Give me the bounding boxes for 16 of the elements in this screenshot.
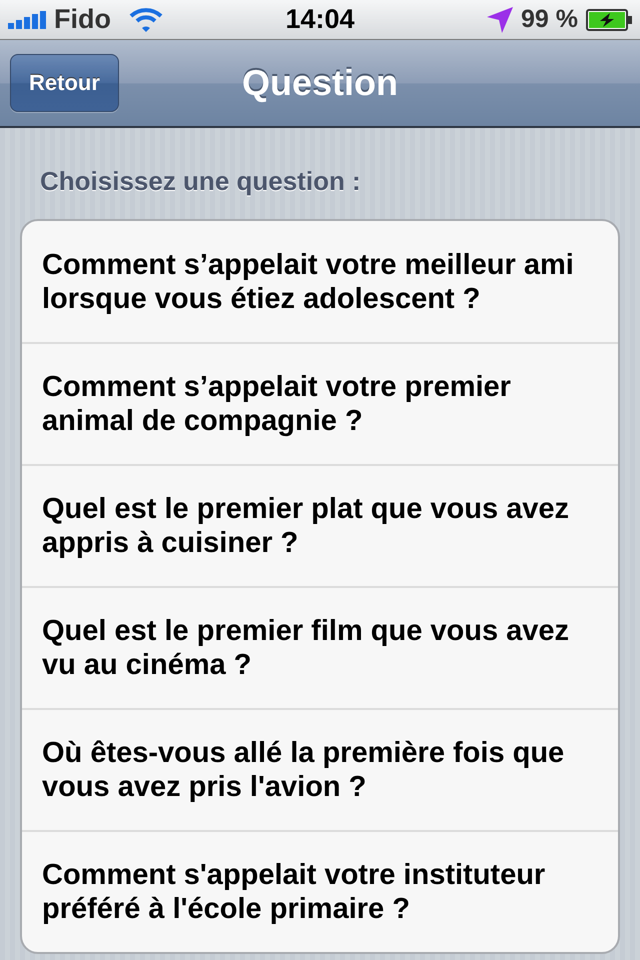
question-item[interactable]: Quel est le premier film que vous avez vu au cinéma ?	[22, 586, 618, 708]
signal-icon	[8, 10, 46, 28]
carrier-name: Fido	[54, 4, 111, 35]
question-item[interactable]: Comment s’appelait votre meilleur ami lorsque vous étiez adolescent ?	[22, 221, 618, 342]
navigation-title: Question	[242, 62, 398, 104]
clock-time: 14:04	[285, 4, 355, 35]
question-item[interactable]: Comment s’appelait votre premier animal de compagnie ?	[22, 342, 618, 464]
question-item[interactable]: Quel est le premier plat que vous avez appris à cuisiner ?	[22, 464, 618, 586]
back-button[interactable]: Retour	[10, 54, 119, 112]
battery-charging-icon	[586, 8, 632, 30]
wifi-icon	[128, 8, 163, 32]
battery-percentage: 99 %	[521, 5, 578, 34]
question-item[interactable]: Comment s'appelait votre instituteur préféré à l'école primaire ?	[22, 830, 618, 952]
section-header: Choisissez une question :	[39, 165, 362, 198]
question-item[interactable]: Où êtes-vous allé la première fois que vous avez pris l'avion ?	[22, 708, 618, 830]
location-arrow-icon	[487, 6, 514, 32]
